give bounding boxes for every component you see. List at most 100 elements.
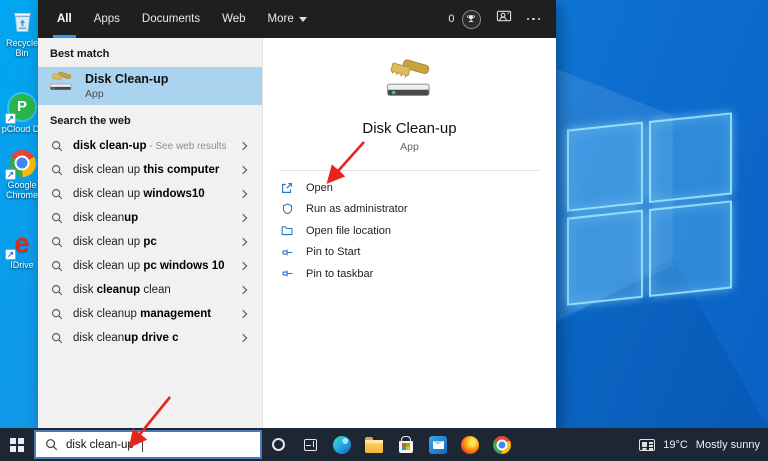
- search-icon: [51, 308, 63, 320]
- action-label: Run as administrator: [306, 203, 408, 216]
- action-label: Open: [306, 181, 333, 194]
- more-options-icon[interactable]: [526, 17, 540, 21]
- chevron-right-icon[interactable]: [238, 165, 248, 175]
- logo-pane: [567, 209, 643, 306]
- search-icon: [51, 284, 63, 296]
- news-weather-icon[interactable]: [639, 438, 656, 451]
- chevron-right-icon[interactable]: [238, 141, 248, 151]
- search-suggestion[interactable]: disk cleanup: [38, 206, 262, 230]
- tab-label: Apps: [93, 13, 120, 25]
- search-suggestion[interactable]: disk clean up pc: [38, 230, 262, 254]
- chevron-right-icon[interactable]: [238, 213, 248, 223]
- action-label: Open file location: [306, 224, 391, 237]
- search-flyout: All Apps Documents Web More 0 Best match Dis…: [38, 0, 556, 428]
- file-explorer-glyph: [365, 436, 383, 453]
- divider: [279, 170, 540, 171]
- action-label: Pin to taskbar: [306, 267, 374, 280]
- task-view-glyph: [303, 438, 317, 451]
- best-match-title: Disk Clean-up: [85, 71, 169, 86]
- search-icon: [51, 164, 63, 176]
- search-suggestion[interactable]: disk clean up windows10: [38, 182, 262, 206]
- weather-temp[interactable]: 19°C: [663, 439, 688, 451]
- task-view-icon[interactable]: [294, 428, 326, 461]
- firefox-glyph: [461, 435, 479, 454]
- idrive-logo: [14, 230, 29, 256]
- edge-icon[interactable]: [326, 428, 358, 461]
- logo-pane: [649, 112, 732, 204]
- tab-web[interactable]: Web: [211, 0, 256, 38]
- folder-outline-icon: [280, 224, 294, 237]
- windows-logo-icon: [10, 437, 24, 452]
- search-suggestion[interactable]: disk clean up pc windows 10: [38, 254, 262, 278]
- action-open[interactable]: Open: [280, 177, 556, 199]
- web-suggestion-list: disk clean-up - See web results disk clea…: [38, 134, 262, 350]
- cortana-icon[interactable]: [262, 428, 294, 461]
- suggestion-text: disk clean up windows10: [73, 188, 205, 200]
- search-icon: [51, 260, 63, 272]
- start-button[interactable]: [0, 428, 34, 461]
- chevron-right-icon[interactable]: [238, 261, 248, 271]
- chevron-right-icon[interactable]: [238, 285, 248, 295]
- pin-icon: [280, 267, 294, 280]
- taskbar-search-box[interactable]: disk clean-up: [34, 430, 262, 459]
- tab-documents[interactable]: Documents: [131, 0, 211, 38]
- search-icon: [45, 438, 58, 451]
- store-icon[interactable]: [390, 428, 422, 461]
- action-open-file-location[interactable]: Open file location: [280, 220, 556, 242]
- action-pin-to-start[interactable]: Pin to Start: [280, 242, 556, 264]
- shortcut-arrow-icon: [5, 113, 16, 124]
- search-suggestion[interactable]: disk cleanup drive c: [38, 326, 262, 350]
- search-suggestion[interactable]: disk clean up this computer: [38, 158, 262, 182]
- tab-apps[interactable]: Apps: [83, 0, 131, 38]
- tab-label: Documents: [141, 13, 201, 25]
- mail-glyph: [429, 435, 447, 454]
- search-suggestion[interactable]: disk cleanup clean: [38, 278, 262, 302]
- chevron-right-icon[interactable]: [238, 333, 248, 343]
- suggestion-text: disk clean up this computer: [73, 164, 220, 176]
- shortcut-arrow-icon: [5, 169, 16, 180]
- taskbar-app-icons: [262, 428, 518, 461]
- mail-icon[interactable]: [422, 428, 454, 461]
- chevron-right-icon[interactable]: [238, 237, 248, 247]
- trophy-icon: [461, 9, 481, 29]
- search-filter-bar: All Apps Documents Web More 0: [38, 0, 556, 38]
- preview-app-title: Disk Clean-up: [362, 120, 457, 137]
- tab-label: More: [267, 13, 294, 25]
- weather-condition[interactable]: Mostly sunny: [696, 439, 760, 451]
- best-match-result[interactable]: Disk Clean-up App: [38, 67, 262, 105]
- idrive-icon: [5, 228, 37, 260]
- best-match-header: Best match: [50, 48, 110, 60]
- store-glyph: [399, 440, 413, 453]
- search-suggestion[interactable]: disk clean-up - See web results: [38, 134, 262, 158]
- suggestion-text: disk cleanup drive c: [73, 332, 179, 344]
- search-tabs: All Apps Documents Web More: [46, 0, 318, 38]
- text-cursor: [141, 437, 143, 452]
- search-icon: [51, 332, 63, 344]
- action-list: Open Run as administrator Open file locati…: [263, 177, 556, 285]
- file-explorer-icon[interactable]: [358, 428, 390, 461]
- tab-more[interactable]: More: [257, 0, 318, 38]
- admin-shield-icon: [280, 202, 294, 216]
- action-pin-to-taskbar[interactable]: Pin to taskbar: [280, 263, 556, 285]
- user-account-icon[interactable]: [496, 9, 512, 29]
- edge-glyph: [333, 435, 351, 454]
- tab-all[interactable]: All: [46, 0, 83, 38]
- firefox-icon[interactable]: [454, 428, 486, 461]
- chevron-right-icon[interactable]: [238, 189, 248, 199]
- search-icon: [51, 236, 63, 248]
- disk-cleanup-app-icon: [48, 70, 75, 102]
- logo-pane: [649, 200, 732, 298]
- cortana-glyph: [271, 438, 285, 451]
- open-icon: [280, 181, 294, 195]
- search-suggestion[interactable]: disk cleanup management: [38, 302, 262, 326]
- search-input-value[interactable]: disk clean-up: [66, 439, 134, 451]
- chrome-glyph: [493, 435, 511, 454]
- rewards-button[interactable]: 0: [448, 9, 481, 29]
- suggestion-note: - See web results: [146, 141, 227, 152]
- suggestion-text: disk cleanup: [73, 212, 139, 224]
- windows-wallpaper-logo: [567, 112, 732, 306]
- chevron-right-icon[interactable]: [238, 309, 248, 319]
- action-run-as-administrator[interactable]: Run as administrator: [280, 199, 556, 221]
- recycle-bin-icon: [7, 6, 37, 36]
- chrome-icon[interactable]: [486, 428, 518, 461]
